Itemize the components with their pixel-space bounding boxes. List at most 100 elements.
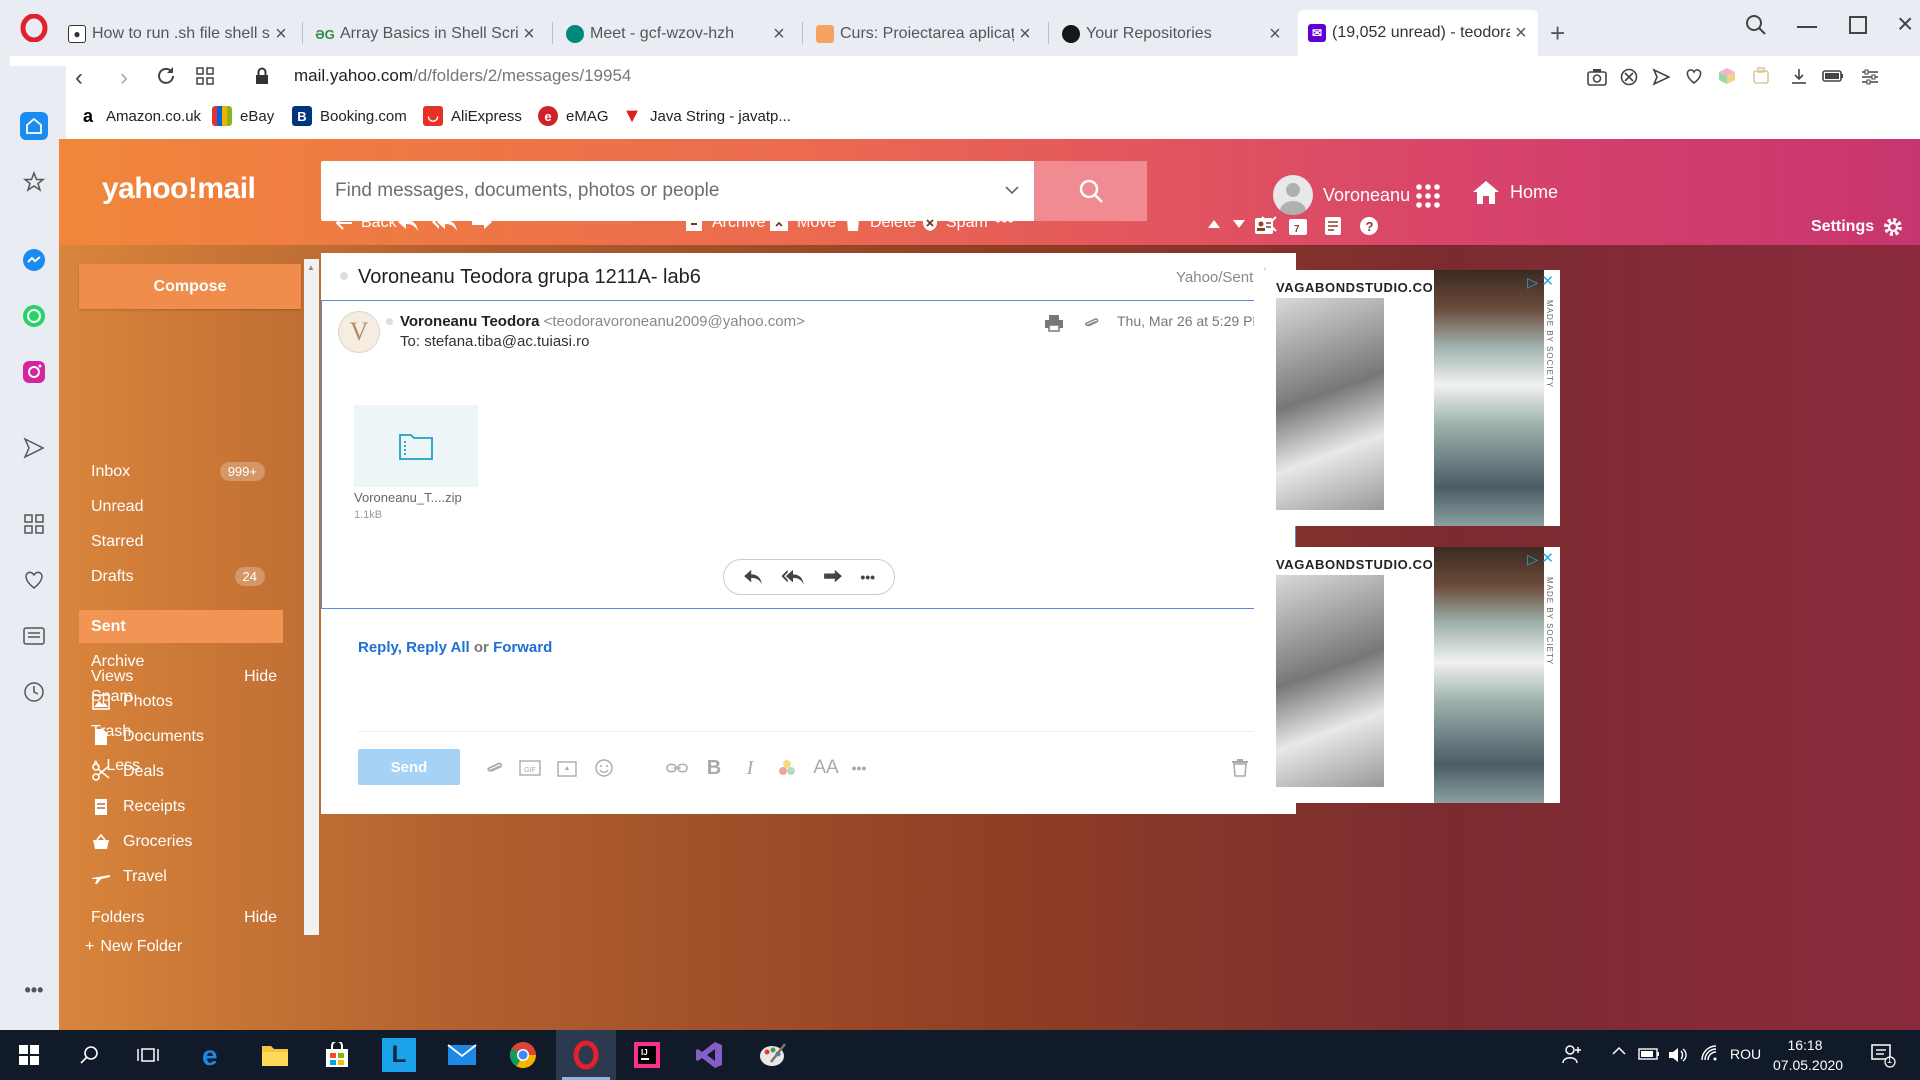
battery-icon[interactable]: [1638, 1048, 1660, 1060]
settings-button[interactable]: Settings: [1811, 216, 1904, 238]
back-nav-icon[interactable]: ‹: [75, 64, 83, 92]
whatsapp-icon[interactable]: [20, 302, 48, 330]
folder-sent[interactable]: Sent: [79, 610, 283, 643]
reply-all-link[interactable]: Reply All: [406, 639, 470, 656]
delete-button[interactable]: Delete: [844, 214, 916, 232]
visual-studio-icon[interactable]: [692, 1038, 726, 1072]
tab-grid-icon[interactable]: [196, 67, 214, 85]
mail-app-icon[interactable]: [445, 1038, 479, 1072]
view-groceries[interactable]: Groceries: [79, 825, 283, 858]
tab-meet[interactable]: Meet - gcf-wzov-hzh ×: [556, 14, 796, 54]
previous-message-button[interactable]: [1208, 220, 1220, 228]
print-icon[interactable]: [1044, 314, 1064, 332]
opera-taskbar-icon[interactable]: [556, 1030, 616, 1080]
help-icon[interactable]: ?: [1359, 216, 1379, 236]
paperclip-icon[interactable]: [1083, 314, 1099, 332]
view-deals[interactable]: Deals: [79, 755, 283, 788]
history-clock-icon[interactable]: [20, 678, 48, 706]
ad-banner[interactable]: VAGABONDSTUDIO.COM MADE BY SOCIETY ▷ ✕: [1254, 270, 1560, 526]
chrome-icon[interactable]: [506, 1038, 540, 1072]
view-travel[interactable]: Travel: [79, 860, 283, 893]
calendar-icon[interactable]: 7: [1288, 216, 1308, 236]
reply-all-icon[interactable]: [781, 569, 805, 585]
wallet-extension-icon[interactable]: [1752, 67, 1770, 85]
gif-icon[interactable]: GIF: [519, 757, 541, 779]
home-speed-dial-icon[interactable]: [20, 112, 48, 140]
messenger-icon[interactable]: [20, 246, 48, 274]
download-icon[interactable]: [1790, 67, 1808, 85]
search-taskbar-icon[interactable]: [72, 1038, 106, 1072]
wifi-icon[interactable]: [1700, 1044, 1720, 1064]
action-center-icon[interactable]: 1: [1870, 1042, 1896, 1068]
attach-file-icon[interactable]: [483, 757, 505, 779]
close-tab-icon[interactable]: ×: [270, 23, 292, 46]
close-tab-icon[interactable]: ×: [1264, 23, 1286, 46]
read-dot-icon[interactable]: [386, 318, 393, 325]
task-view-icon[interactable]: [131, 1038, 165, 1072]
search-tabs-icon[interactable]: [1745, 14, 1767, 36]
close-tab-icon[interactable]: ×: [1014, 23, 1036, 46]
forward-nav-icon[interactable]: ›: [120, 64, 128, 92]
easy-setup-icon[interactable]: [1861, 68, 1879, 86]
heart-icon[interactable]: [1685, 68, 1703, 84]
bookmark-aliexpress[interactable]: ◡ AliExpress: [423, 106, 522, 126]
bookmark-javatpoint[interactable]: ▼ Java String - javatp...: [622, 105, 791, 127]
minimize-window-button[interactable]: [1797, 26, 1817, 28]
move-button[interactable]: Move: [769, 214, 836, 232]
forward-button[interactable]: [471, 214, 493, 232]
send-icon[interactable]: [1652, 68, 1670, 86]
camera-icon[interactable]: [1587, 68, 1607, 86]
people-icon[interactable]: [1562, 1044, 1582, 1064]
file-explorer-icon[interactable]: [258, 1038, 292, 1072]
close-window-button[interactable]: ×: [1897, 8, 1913, 40]
sticker-icon[interactable]: [556, 757, 578, 779]
jetbrains-icon[interactable]: IJ: [630, 1038, 664, 1072]
font-size-icon[interactable]: AA: [811, 757, 841, 779]
unread-dot-icon[interactable]: [340, 272, 348, 280]
folder-path[interactable]: Yahoo/Sent: [1176, 269, 1253, 286]
bookmark-ebay[interactable]: eBay: [212, 106, 274, 126]
reload-icon[interactable]: [155, 65, 177, 87]
forward-link[interactable]: Forward: [493, 639, 552, 656]
attachment-tile[interactable]: [354, 405, 478, 487]
spam-button[interactable]: Spam: [922, 214, 988, 232]
lock-icon[interactable]: [255, 67, 269, 85]
battery-saver-icon[interactable]: [1822, 70, 1844, 82]
tab-your-repositories[interactable]: Your Repositories ×: [1052, 14, 1292, 54]
lens-app-icon[interactable]: L: [382, 1038, 416, 1072]
reply-icon[interactable]: [743, 569, 763, 585]
send-button[interactable]: Send: [358, 749, 460, 785]
close-ad-icon[interactable]: ✕: [1541, 549, 1554, 567]
sender-email[interactable]: <teodoravoroneanu2009@yahoo.com>: [544, 313, 805, 330]
more-formatting-icon[interactable]: •••: [848, 757, 870, 779]
close-tab-icon[interactable]: ×: [1510, 22, 1532, 45]
extension-cube-icon[interactable]: [1718, 67, 1736, 85]
compose-button[interactable]: Compose: [79, 264, 301, 309]
views-hide-link[interactable]: Hide: [244, 668, 277, 686]
emoji-icon[interactable]: [593, 757, 615, 779]
flow-send-icon[interactable]: [20, 434, 48, 462]
reply-all-button[interactable]: [432, 214, 458, 232]
view-photos[interactable]: Photos: [79, 685, 283, 718]
contacts-icon[interactable]: [1254, 217, 1274, 235]
close-tab-icon[interactable]: ×: [768, 23, 790, 46]
bookmark-booking[interactable]: B Booking.com: [292, 106, 407, 126]
input-language[interactable]: ROU: [1730, 1046, 1761, 1062]
bookmark-emag[interactable]: e eMAG: [538, 106, 609, 126]
sender-name[interactable]: Voroneanu Teodora: [400, 313, 539, 330]
yahoo-mail-logo[interactable]: yahoo!mail: [102, 172, 256, 206]
adchoices-icon[interactable]: ▷: [1527, 274, 1538, 291]
reply-button[interactable]: [397, 214, 419, 232]
paint-icon[interactable]: [756, 1038, 790, 1072]
new-tab-button[interactable]: +: [1550, 18, 1565, 49]
back-button[interactable]: Back: [335, 214, 397, 232]
adblock-icon[interactable]: [1620, 68, 1638, 86]
italic-icon[interactable]: I: [739, 757, 761, 779]
maximize-window-button[interactable]: [1849, 16, 1867, 34]
recipient-address[interactable]: stefana.tiba@ac.tuiasi.ro: [424, 333, 589, 350]
folder-inbox[interactable]: Inbox 999+: [79, 455, 283, 488]
view-documents[interactable]: Documents: [79, 720, 283, 753]
tab-yahoo-mail[interactable]: ✉ (19,052 unread) - teodorav ×: [1298, 10, 1538, 56]
notepad-icon[interactable]: [1324, 216, 1342, 236]
new-folder-button[interactable]: + New Folder: [79, 930, 283, 963]
